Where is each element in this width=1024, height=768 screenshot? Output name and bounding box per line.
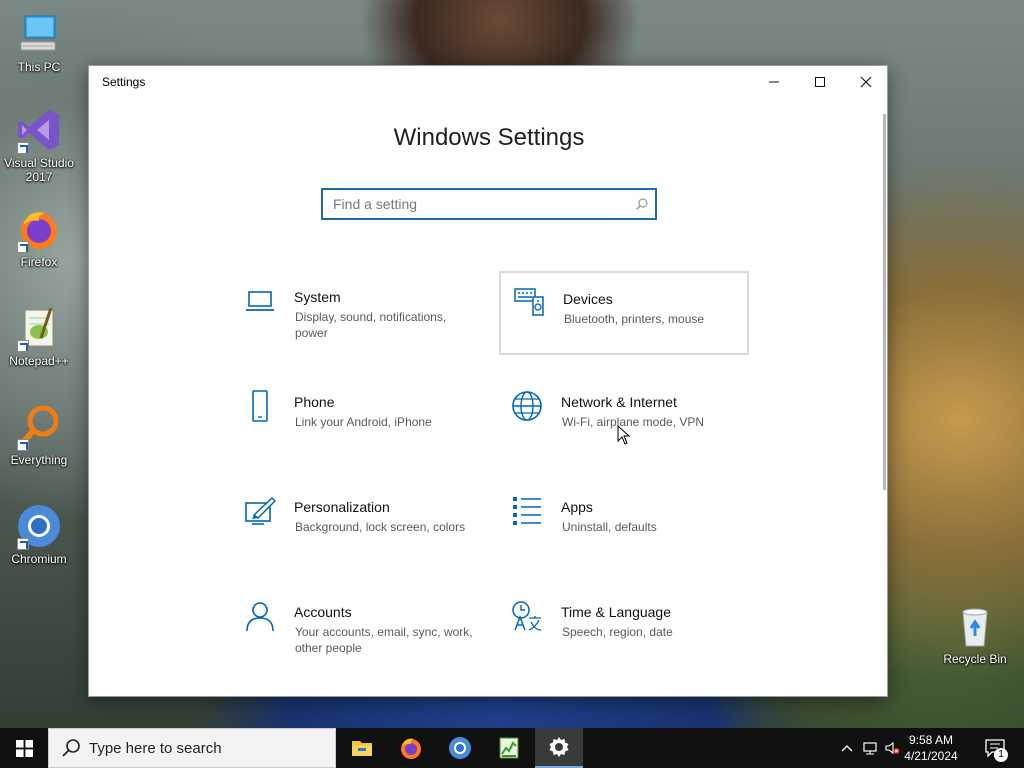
tile-accounts[interactable]: Accounts Your accounts, email, sync, wor… xyxy=(232,586,482,670)
network-icon[interactable] xyxy=(862,740,878,756)
notepad-plus-plus-icon xyxy=(15,304,63,352)
shortcut-arrow-icon xyxy=(17,538,29,550)
tile-name: Time & Language xyxy=(561,604,671,620)
tile-time-language[interactable]: Time & Language Speech, region, date xyxy=(499,586,749,670)
tile-description: Link your Android, iPhone xyxy=(295,415,432,429)
time-language-icon xyxy=(511,600,543,632)
shortcut-arrow-icon xyxy=(17,439,29,451)
tile-name: Apps xyxy=(561,499,593,515)
tile-description: Background, lock screen, colors xyxy=(295,520,466,534)
scrollbar-thumb[interactable] xyxy=(883,114,886,490)
tile-description: Wi-Fi, airplane mode, VPN xyxy=(562,415,705,429)
desktop-icon-label: Firefox xyxy=(20,255,58,269)
task-manager-icon xyxy=(499,737,519,759)
tile-description: Display, sound, notifications, power xyxy=(295,310,447,340)
taskbar-settings[interactable] xyxy=(535,728,583,768)
laptop-icon xyxy=(244,285,276,317)
tile-system[interactable]: System Display, sound, notifications, po… xyxy=(232,271,482,355)
maximize-button[interactable] xyxy=(797,66,843,98)
minimize-button[interactable] xyxy=(751,66,797,98)
desktop-icon-recycle-bin[interactable]: Recycle Bin xyxy=(937,602,1013,666)
desktop-icon-chromium[interactable]: Chromium xyxy=(1,502,77,566)
tile-name: Personalization xyxy=(294,499,390,515)
tile-name: Phone xyxy=(294,394,335,410)
computer-icon xyxy=(15,10,63,58)
settings-search-box[interactable] xyxy=(321,188,657,220)
globe-icon xyxy=(511,390,543,422)
chromium-icon xyxy=(449,737,471,759)
taskbar-clock[interactable]: 9:58 AM 4/21/2024 xyxy=(896,732,966,764)
clock-date: 4/21/2024 xyxy=(904,749,958,763)
chevron-up-icon[interactable] xyxy=(839,740,855,756)
shortcut-arrow-icon xyxy=(17,340,29,352)
devices-icon xyxy=(513,285,545,317)
windows-logo-icon xyxy=(15,739,33,757)
maximize-icon xyxy=(815,77,825,87)
tile-description: Uninstall, defaults xyxy=(562,520,657,534)
settings-gear-icon xyxy=(549,737,569,757)
shortcut-arrow-icon xyxy=(17,142,29,154)
desktop-icon-this-pc[interactable]: This PC xyxy=(1,10,77,74)
apps-list-icon xyxy=(511,495,543,527)
tile-phone[interactable]: Phone Link your Android, iPhone xyxy=(232,376,482,460)
taskbar-firefox[interactable] xyxy=(387,728,435,768)
shortcut-arrow-icon xyxy=(17,241,29,253)
tile-description: Bluetooth, printers, mouse xyxy=(564,312,705,326)
search-icon xyxy=(636,198,648,210)
desktop-icon-label: Chromium xyxy=(11,552,67,566)
taskbar-file-explorer[interactable] xyxy=(338,728,386,768)
tile-description: Speech, region, date xyxy=(562,625,673,639)
clock-time: 9:58 AM xyxy=(908,733,954,747)
taskbar-chromium[interactable] xyxy=(436,728,484,768)
tile-apps[interactable]: Apps Uninstall, defaults xyxy=(499,481,749,565)
title-bar[interactable]: Settings xyxy=(89,66,887,98)
tile-name: System xyxy=(294,289,341,305)
start-button[interactable] xyxy=(0,728,48,768)
tile-name: Devices xyxy=(563,291,613,307)
desktop-icon-label: Everything xyxy=(10,453,68,467)
taskbar-task-manager[interactable] xyxy=(485,728,533,768)
settings-search-input[interactable] xyxy=(323,190,623,218)
desktop-icon-everything[interactable]: Everything xyxy=(1,403,77,467)
minimize-icon xyxy=(769,81,779,83)
close-button[interactable] xyxy=(843,66,887,98)
tile-network-internet[interactable]: Network & Internet Wi-Fi, airplane mode,… xyxy=(499,376,749,460)
search-icon xyxy=(62,739,80,757)
tile-personalization[interactable]: Personalization Background, lock screen,… xyxy=(232,481,482,565)
desktop-icon-label: Visual Studio 2017 xyxy=(4,156,74,184)
visual-studio-icon xyxy=(15,106,63,154)
notification-count-badge: 1 xyxy=(994,748,1008,762)
chromium-icon xyxy=(15,502,63,550)
file-explorer-icon xyxy=(352,741,372,756)
taskbar-search-placeholder: Type here to search xyxy=(89,739,222,757)
taskbar: Type here to search 9:58 AM 4/21/2024 1 xyxy=(0,728,1024,768)
tile-name: Accounts xyxy=(294,604,352,620)
recycle-bin-icon xyxy=(951,602,999,650)
tile-name: Network & Internet xyxy=(561,394,677,410)
firefox-icon xyxy=(401,738,421,759)
desktop-icon-label: Notepad++ xyxy=(9,354,69,368)
page-title: Windows Settings xyxy=(393,124,585,151)
firefox-icon xyxy=(15,205,63,253)
phone-icon xyxy=(244,390,276,422)
desktop-icon-label: This PC xyxy=(17,60,61,74)
desktop-icon-label: Recycle Bin xyxy=(943,652,1007,666)
tile-devices[interactable]: Devices Bluetooth, printers, mouse xyxy=(499,271,749,355)
everything-search-icon xyxy=(15,403,63,451)
mouse-cursor-icon xyxy=(617,425,631,445)
close-icon xyxy=(860,76,872,88)
settings-window: Settings Windows Settings System Display… xyxy=(88,65,888,697)
desktop-icon-firefox[interactable]: Firefox xyxy=(1,205,77,269)
paint-icon xyxy=(244,495,277,527)
desktop-icon-visual-studio[interactable]: Visual Studio 2017 xyxy=(1,106,77,184)
window-title: Settings xyxy=(102,75,146,89)
desktop-icon-notepad-plus-plus[interactable]: Notepad++ xyxy=(1,304,77,368)
taskbar-search-box[interactable]: Type here to search xyxy=(48,728,336,768)
person-icon xyxy=(244,600,276,632)
tile-description: Your accounts, email, sync, work, other … xyxy=(295,625,473,655)
